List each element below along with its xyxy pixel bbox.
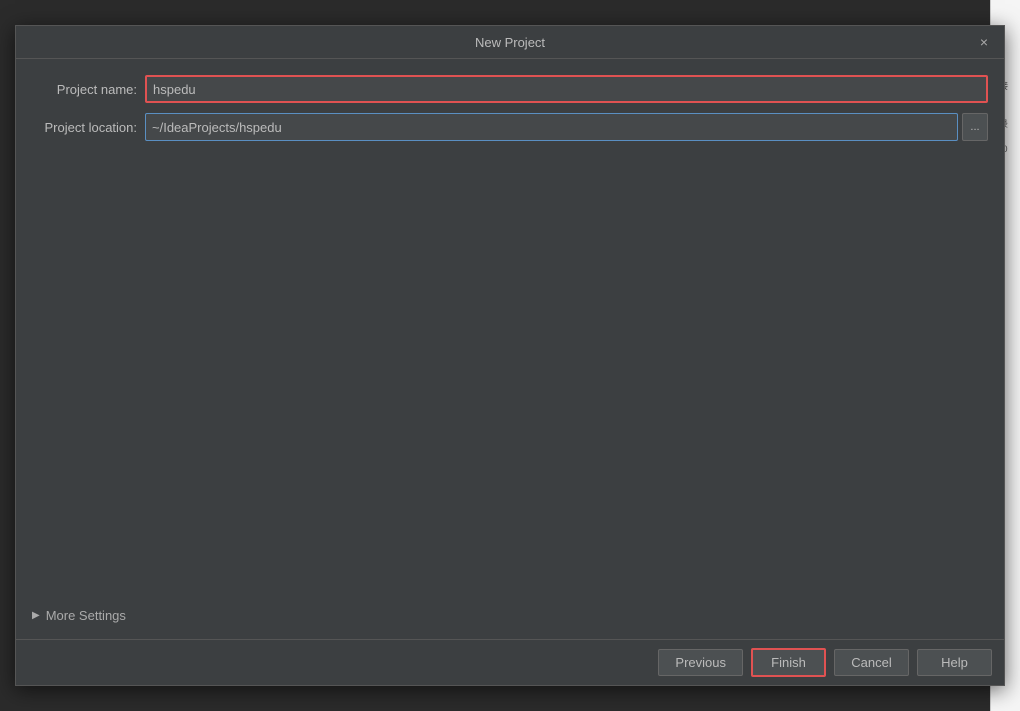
close-button[interactable]: ×	[976, 34, 992, 50]
project-name-label: Project name:	[32, 82, 137, 97]
project-location-input[interactable]	[145, 113, 958, 141]
help-button[interactable]: Help	[917, 649, 992, 676]
project-location-row: Project location: ...	[32, 113, 988, 141]
new-project-dialog: New Project × Project name: Project loca…	[15, 25, 1005, 686]
dialog-footer: Previous Finish Cancel Help	[16, 639, 1004, 685]
dialog-body: Project name: Project location: ... ▶ Mo…	[16, 59, 1004, 639]
project-name-row: Project name:	[32, 75, 988, 103]
project-location-label: Project location:	[32, 120, 137, 135]
more-settings-row[interactable]: ▶ More Settings	[32, 604, 988, 627]
project-location-input-group: ...	[145, 113, 988, 141]
finish-button[interactable]: Finish	[751, 648, 826, 677]
dialog-titlebar: New Project ×	[16, 26, 1004, 59]
browse-button[interactable]: ...	[962, 113, 988, 141]
previous-button[interactable]: Previous	[658, 649, 743, 676]
expand-arrow-icon: ▶	[32, 610, 40, 621]
cancel-button[interactable]: Cancel	[834, 649, 909, 676]
body-spacer	[32, 151, 988, 594]
dialog-overlay: 链接brat/id目录orldJ-20口)0.2.224 New Project…	[0, 0, 1020, 711]
more-settings-label: More Settings	[46, 608, 126, 623]
project-name-wrapper	[145, 75, 988, 103]
project-name-input[interactable]	[145, 75, 988, 103]
dialog-title: New Project	[44, 35, 976, 50]
